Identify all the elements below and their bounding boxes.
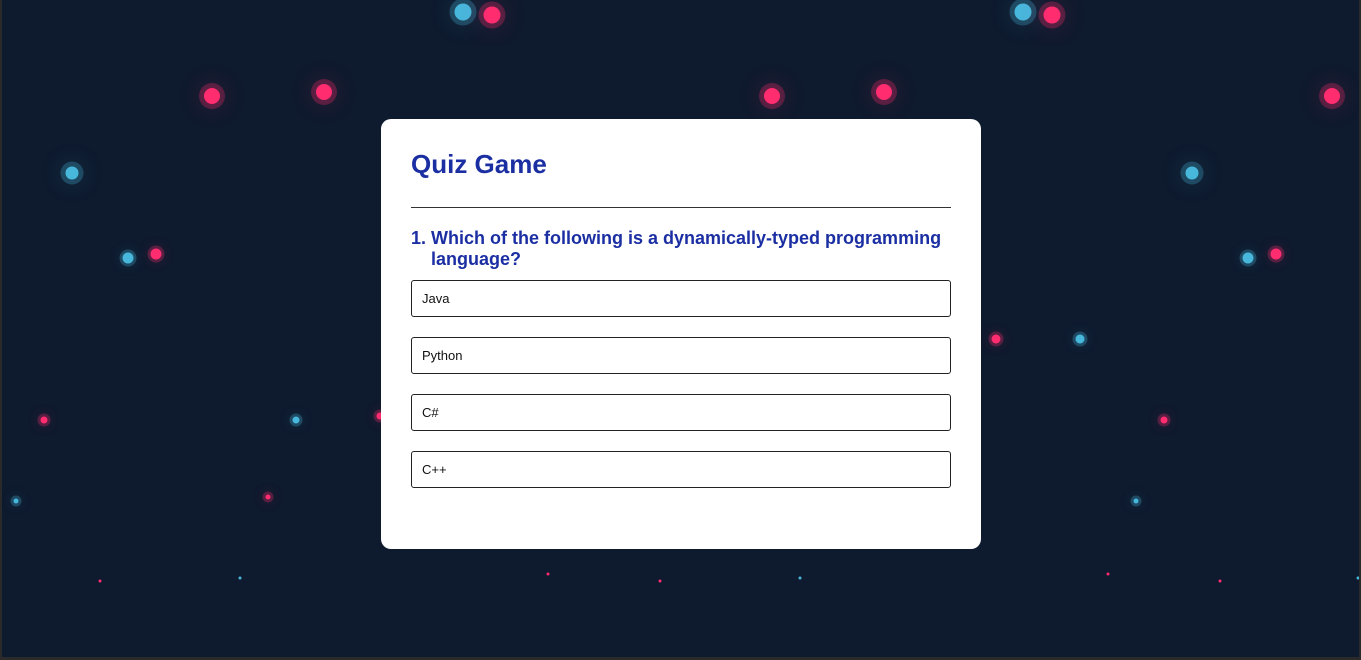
answer-option-cpp[interactable]: C++ [411,451,951,488]
decorative-dot [991,334,1001,344]
decorative-dot [1270,248,1282,260]
answer-option-java[interactable]: Java [411,280,951,317]
quiz-title: Quiz Game [411,149,547,179]
decorative-dot [316,84,332,100]
question-text: Which of the following is a dynamically-… [431,228,942,269]
decorative-dot [65,166,79,180]
decorative-dot [40,416,48,424]
answer-options: Java Python C# C++ [411,280,951,488]
decorative-dot [1185,166,1199,180]
quiz-card: Quiz Game 1. Which of the following is a… [381,119,981,549]
decorative-dot [764,88,780,104]
title-divider [411,207,951,208]
decorative-dot [265,494,271,500]
decorative-dot [1106,572,1110,576]
decorative-dot [483,6,501,24]
decorative-dot [238,576,242,580]
question-number: 1. [411,228,427,248]
decorative-dot [1160,416,1168,424]
decorative-dot [658,579,662,583]
decorative-dot [546,572,550,576]
decorative-dot [1356,576,1359,580]
decorative-dot [1133,498,1139,504]
decorative-dot [1014,3,1032,21]
decorative-dot [122,252,134,264]
answer-option-csharp[interactable]: C# [411,394,951,431]
answer-option-python[interactable]: Python [411,337,951,374]
decorative-dot [454,3,472,21]
decorative-dot [1043,6,1061,24]
decorative-dot [1218,579,1222,583]
decorative-dot [798,576,802,580]
decorative-dot [1075,334,1085,344]
decorative-dot [150,248,162,260]
decorative-dot [1242,252,1254,264]
decorative-dot [204,88,220,104]
decorative-dot [13,498,19,504]
decorative-dot [1324,88,1340,104]
decorative-dot [876,84,892,100]
decorative-dot [292,416,300,424]
decorative-dot [98,579,102,583]
question: 1. Which of the following is a dynamical… [411,228,951,270]
